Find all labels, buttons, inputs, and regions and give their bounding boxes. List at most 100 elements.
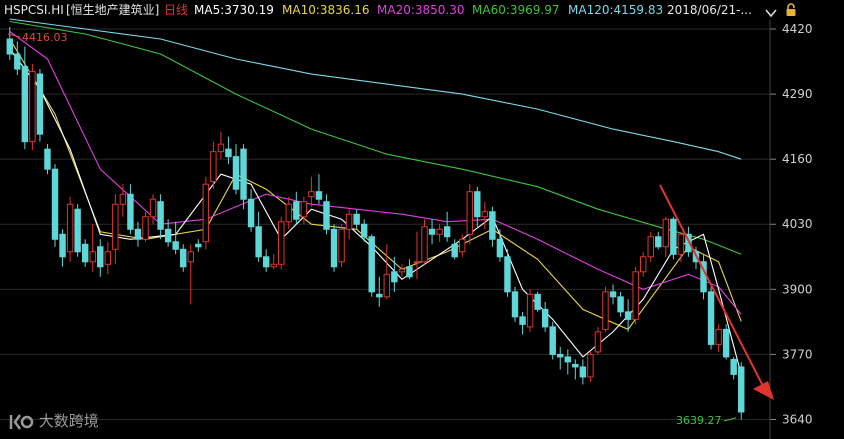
candle-body-up <box>594 331 602 353</box>
candle <box>662 216 670 257</box>
y-tick-label: 4160 <box>782 152 813 166</box>
y-tick-label: 3770 <box>782 347 813 361</box>
candle-body-down <box>609 291 617 298</box>
candle <box>187 244 194 305</box>
candle-body-down <box>624 311 632 320</box>
candle-body-up <box>142 216 149 240</box>
candle-body-down <box>474 191 481 218</box>
candle <box>104 241 112 275</box>
candle-body-down <box>81 243 89 263</box>
candle <box>579 359 587 385</box>
candle-body-up <box>436 228 443 235</box>
lock-icon[interactable] <box>785 2 797 21</box>
max-price-label: 4416.03 <box>22 31 68 44</box>
kline-chart: 4420 4290 4160 4030 3900 3770 3640 4416.03 3639… <box>0 0 844 439</box>
candle <box>715 324 722 352</box>
candle <box>338 224 345 267</box>
watermark: 大数跨境 <box>8 410 99 432</box>
candle <box>14 41 21 76</box>
candle-body-down <box>134 228 142 240</box>
candle-body-up <box>217 143 225 153</box>
candle-body-down <box>738 366 745 413</box>
candle <box>134 221 142 247</box>
candle-body-down <box>376 293 383 298</box>
candle <box>534 291 541 312</box>
candle <box>474 186 481 227</box>
chevron-down-icon[interactable] <box>765 4 777 23</box>
candle <box>59 229 66 267</box>
candle <box>195 239 202 252</box>
candle-body-down <box>406 266 413 278</box>
candle-body-down <box>225 148 232 158</box>
y-tick-label: 4290 <box>782 87 813 101</box>
candle <box>443 211 451 242</box>
candle-body-up <box>715 328 722 345</box>
candle-body-down <box>44 148 51 170</box>
candle <box>655 231 662 250</box>
y-axis: 4420 4290 4160 4030 3900 3770 3640 <box>769 20 813 439</box>
candle <box>368 234 375 297</box>
candle-body-up <box>466 191 473 235</box>
candle <box>526 289 534 332</box>
symbol-code: HSPCSI.HI <box>4 3 64 17</box>
candle-body-down <box>36 73 44 135</box>
candle <box>707 286 715 350</box>
candle <box>119 184 127 217</box>
candle <box>308 176 315 207</box>
candle-body-up <box>481 211 489 218</box>
candle <box>81 239 89 267</box>
chart-canvas: 4420 4290 4160 4030 3900 3770 3640 4416.03 3639… <box>0 18 813 439</box>
candle-body-down <box>443 226 451 238</box>
candle-body-down <box>14 53 21 70</box>
candle-body-down <box>557 353 564 358</box>
y-tick-label: 3900 <box>782 282 813 296</box>
candle-body-up <box>202 183 210 243</box>
candle-body-down <box>541 308 549 328</box>
candle <box>225 136 232 165</box>
candle <box>670 216 677 260</box>
candle-body-down <box>534 293 541 310</box>
ma120-legend: MA120:4159.83 <box>568 3 664 17</box>
candle-body-down <box>722 328 730 358</box>
candle-body-down <box>504 256 511 293</box>
candle-body-down <box>353 213 360 225</box>
candle-body-down <box>323 201 330 230</box>
candle-body-up <box>345 213 353 230</box>
candle-body-down <box>262 256 270 268</box>
candle <box>66 196 74 262</box>
candle-body-up <box>677 233 685 255</box>
candle-body-up <box>278 221 285 265</box>
candle-body-down <box>368 236 375 293</box>
candle-body-down <box>127 193 134 230</box>
candle-body-up <box>300 201 308 218</box>
candle-body-up <box>270 263 277 268</box>
candle <box>639 251 647 277</box>
period-label[interactable]: 日线 <box>164 2 188 18</box>
candle-body-up <box>149 198 157 218</box>
watermark-text: 大数跨境 <box>38 412 99 430</box>
candle-body-up <box>602 291 609 330</box>
candle-body-down <box>315 191 323 200</box>
candle <box>323 194 330 235</box>
annotation-layer: 4416.03 3639.27 <box>7 31 774 427</box>
candle-body-up <box>526 293 534 328</box>
candle-body-down <box>232 156 240 190</box>
candle <box>677 231 685 262</box>
candle <box>541 301 549 332</box>
candle-body-down <box>179 248 187 268</box>
candle <box>315 174 323 205</box>
candle <box>36 69 44 142</box>
candle <box>489 206 496 247</box>
candle-body-down <box>255 226 262 258</box>
candle <box>179 244 187 272</box>
moving-average-layer <box>9 18 742 375</box>
candle <box>74 204 81 257</box>
candle <box>383 244 391 300</box>
candle-body-up <box>587 353 594 378</box>
candle-body-down <box>59 233 66 258</box>
date-label: 2018/06/21-... <box>667 3 752 17</box>
candle <box>217 131 225 160</box>
candle <box>232 144 240 195</box>
candle <box>587 351 594 382</box>
candle <box>142 211 149 242</box>
